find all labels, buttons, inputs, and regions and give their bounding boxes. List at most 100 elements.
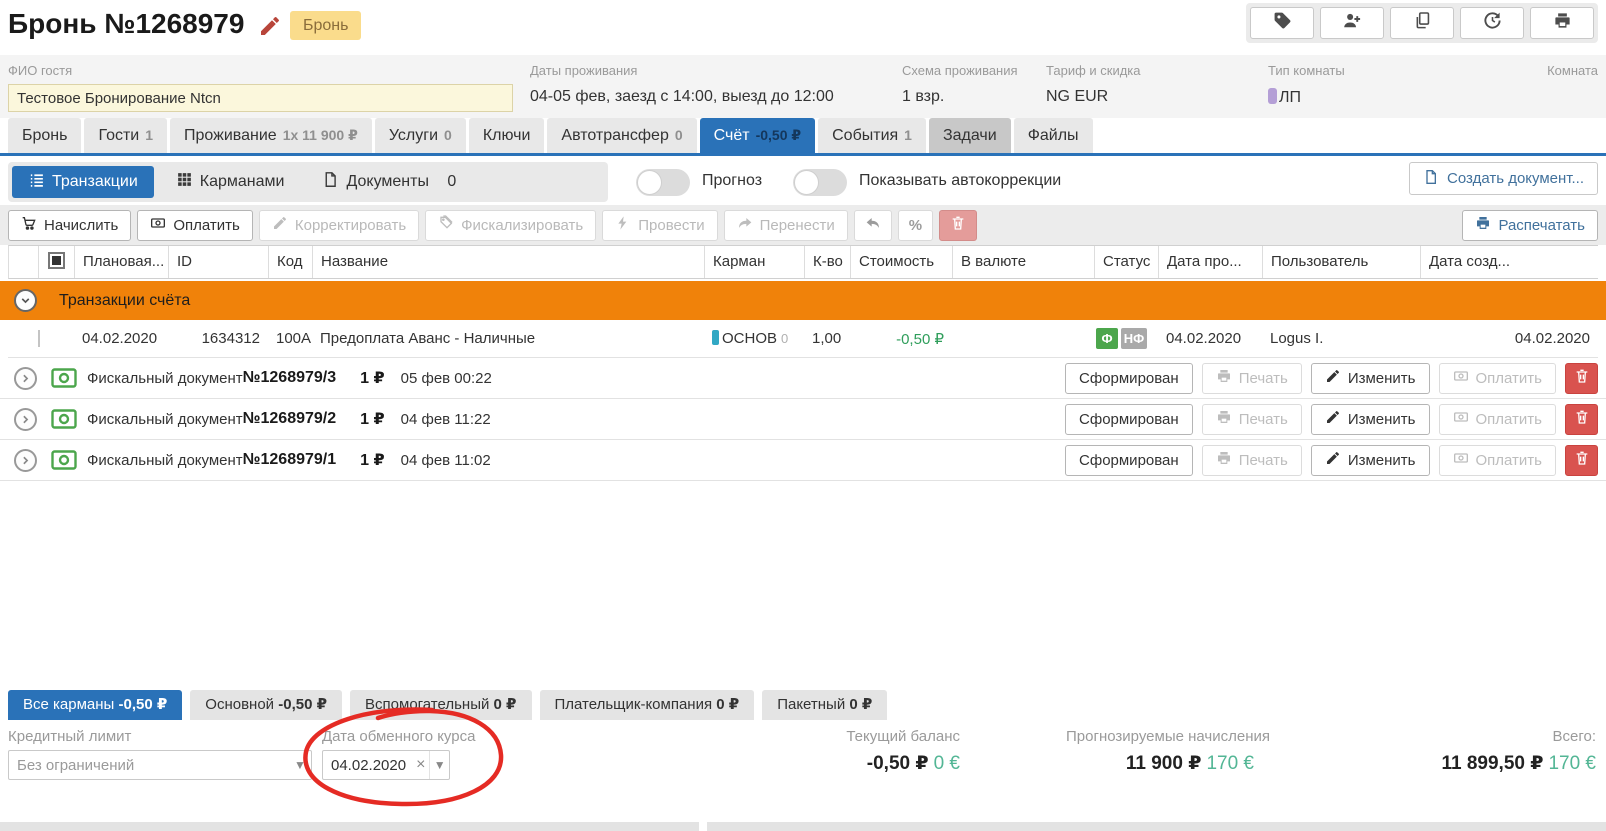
- bottom-scrollbar-right[interactable]: [707, 822, 1606, 831]
- transaction-row[interactable]: 04.02.2020 1634312 100A Предоплата Аванс…: [8, 320, 1598, 358]
- fiscal-document-row: Фискальный документ №1268979/3 1 ₽ 05 фе…: [0, 358, 1606, 399]
- copy-button[interactable]: [1390, 7, 1454, 39]
- column-status[interactable]: Статус: [1095, 246, 1159, 278]
- scheme-label: Схема проживания: [902, 63, 1018, 78]
- fiscal-edit-button[interactable]: Изменить: [1311, 363, 1430, 394]
- top-toolbar: [1246, 3, 1598, 43]
- transfer-button[interactable]: Перенести: [724, 210, 848, 241]
- column-name[interactable]: Название: [313, 246, 705, 278]
- tariff-value: NG EUR: [1046, 88, 1108, 106]
- column-id[interactable]: ID: [169, 246, 269, 278]
- exchange-date-input[interactable]: 04.02.2020 × ▼: [322, 750, 450, 780]
- fiscal-delete-button[interactable]: [1565, 445, 1598, 476]
- guest-name-input[interactable]: [8, 84, 513, 112]
- fiscal-print-button[interactable]: Печать: [1202, 404, 1302, 435]
- bottom-scrollbar-left[interactable]: [0, 822, 699, 831]
- history-button[interactable]: [1460, 7, 1524, 39]
- print-list-button[interactable]: Распечатать: [1462, 210, 1598, 241]
- expand-row-icon[interactable]: [14, 408, 37, 431]
- scheme-value: 1 взр.: [902, 88, 944, 106]
- pocket-tab-auxiliary[interactable]: Вспомогательный 0 ₽: [350, 690, 531, 720]
- list-icon: [28, 171, 45, 193]
- column-code[interactable]: Код: [269, 246, 313, 278]
- edit-title-icon[interactable]: [258, 14, 282, 38]
- stay-dates-label: Даты проживания: [530, 63, 637, 78]
- fiscal-print-button[interactable]: Печать: [1202, 445, 1302, 476]
- percent-icon: %: [909, 217, 922, 234]
- fiscal-print-button[interactable]: Печать: [1202, 363, 1302, 394]
- total-eur: 170 €: [1548, 753, 1596, 774]
- column-cost[interactable]: Стоимость: [851, 246, 953, 278]
- column-currency[interactable]: В валюте: [953, 246, 1095, 278]
- correct-button[interactable]: Корректировать: [259, 210, 419, 241]
- column-planned[interactable]: Плановая...: [75, 246, 169, 278]
- tab-files[interactable]: Файлы: [1014, 118, 1093, 153]
- tab-account[interactable]: Счёт-0,50 ₽: [700, 118, 815, 153]
- fiscal-status-button[interactable]: Сформирован: [1065, 363, 1193, 394]
- tag-button[interactable]: [1250, 7, 1314, 39]
- column-date-posted[interactable]: Дата про...: [1159, 246, 1263, 278]
- expand-row-icon[interactable]: [14, 367, 37, 390]
- tab-services[interactable]: Услуги0: [375, 118, 466, 153]
- account-transactions-group-row[interactable]: Транзакции счёта: [0, 281, 1606, 320]
- charge-button[interactable]: Начислить: [8, 210, 131, 241]
- chevron-down-icon[interactable]: ▼: [429, 751, 449, 779]
- total-rub: 11 899,50 ₽: [1441, 753, 1543, 774]
- column-user[interactable]: Пользователь: [1263, 246, 1421, 278]
- column-qty[interactable]: К-во: [805, 246, 851, 278]
- credit-limit-select[interactable]: Без ограничений ▼: [8, 750, 312, 780]
- fiscal-delete-button[interactable]: [1565, 363, 1598, 394]
- discount-button[interactable]: %: [898, 210, 933, 241]
- pay-button[interactable]: Оплатить: [137, 210, 253, 241]
- add-guest-button[interactable]: [1320, 7, 1384, 39]
- row-checkbox[interactable]: [38, 330, 40, 347]
- fiscal-delete-button[interactable]: [1565, 404, 1598, 435]
- select-all-checkbox[interactable]: [39, 246, 75, 278]
- tab-keys[interactable]: Ключи: [469, 118, 545, 153]
- tab-guests[interactable]: Гости1: [84, 118, 167, 153]
- fiscal-pay-button[interactable]: Оплатить: [1439, 404, 1557, 435]
- post-button[interactable]: Провести: [602, 210, 717, 241]
- create-document-button[interactable]: Создать документ...: [1409, 162, 1598, 195]
- fiscal-status-button[interactable]: Сформирован: [1065, 404, 1193, 435]
- print-icon: [1553, 11, 1572, 35]
- pocket-tab-package[interactable]: Пакетный 0 ₽: [762, 690, 887, 720]
- delete-button[interactable]: [939, 210, 977, 241]
- credit-limit-value: Без ограничений: [9, 757, 289, 774]
- booking-page: Бронь №1268979 Бронь ФИО гостя: [0, 0, 1606, 831]
- forecast-toggle-label: Прогноз: [702, 172, 762, 190]
- fiscal-edit-button[interactable]: Изменить: [1311, 404, 1430, 435]
- tab-events[interactable]: События1: [818, 118, 926, 153]
- view-pockets-button[interactable]: Карманами: [160, 166, 301, 198]
- expand-row-icon[interactable]: [14, 449, 37, 472]
- pocket-tab-main[interactable]: Основной -0,50 ₽: [190, 690, 342, 720]
- pencil-icon: [1325, 450, 1341, 470]
- column-date-created[interactable]: Дата созд...: [1421, 246, 1598, 278]
- fiscal-banknote-icon: [51, 409, 77, 429]
- tab-stay[interactable]: Проживание1x 11 900 ₽: [170, 118, 372, 153]
- pocket-tab-all[interactable]: Все карманы -0,50 ₽: [8, 690, 182, 720]
- clear-date-icon[interactable]: ×: [412, 756, 429, 774]
- undo-button[interactable]: [854, 210, 892, 241]
- fiscal-pay-button[interactable]: Оплатить: [1439, 445, 1557, 476]
- fiscal-status-button[interactable]: Сформирован: [1065, 445, 1193, 476]
- fiscal-pay-button[interactable]: Оплатить: [1439, 363, 1557, 394]
- column-pocket[interactable]: Карман: [705, 246, 805, 278]
- view-documents-button[interactable]: Документы 0: [306, 166, 472, 198]
- tab-tasks[interactable]: Задачи: [929, 118, 1011, 153]
- pocket-tab-payer-company[interactable]: Плательщик-компания 0 ₽: [540, 690, 755, 720]
- fiscal-edit-button[interactable]: Изменить: [1311, 445, 1430, 476]
- exchange-date-label: Дата обменного курса: [322, 728, 475, 745]
- tab-booking[interactable]: Бронь: [8, 118, 81, 153]
- forecast-toggle[interactable]: [636, 169, 690, 196]
- view-transactions-button[interactable]: Транзакции: [12, 166, 154, 198]
- tab-transfer[interactable]: Автотрансфер0: [547, 118, 696, 153]
- pencil-icon: [1325, 409, 1341, 429]
- print-button[interactable]: [1530, 7, 1594, 39]
- fiscalize-button[interactable]: Фискализировать: [425, 210, 596, 241]
- collapse-group-icon[interactable]: [14, 289, 37, 312]
- fiscal-doc-number: №1268979/1: [243, 451, 336, 469]
- autocorrections-toggle[interactable]: [793, 169, 847, 196]
- fiscal-document-row: Фискальный документ №1268979/1 1 ₽ 04 фе…: [0, 440, 1606, 481]
- cell-code: 100A: [268, 330, 312, 347]
